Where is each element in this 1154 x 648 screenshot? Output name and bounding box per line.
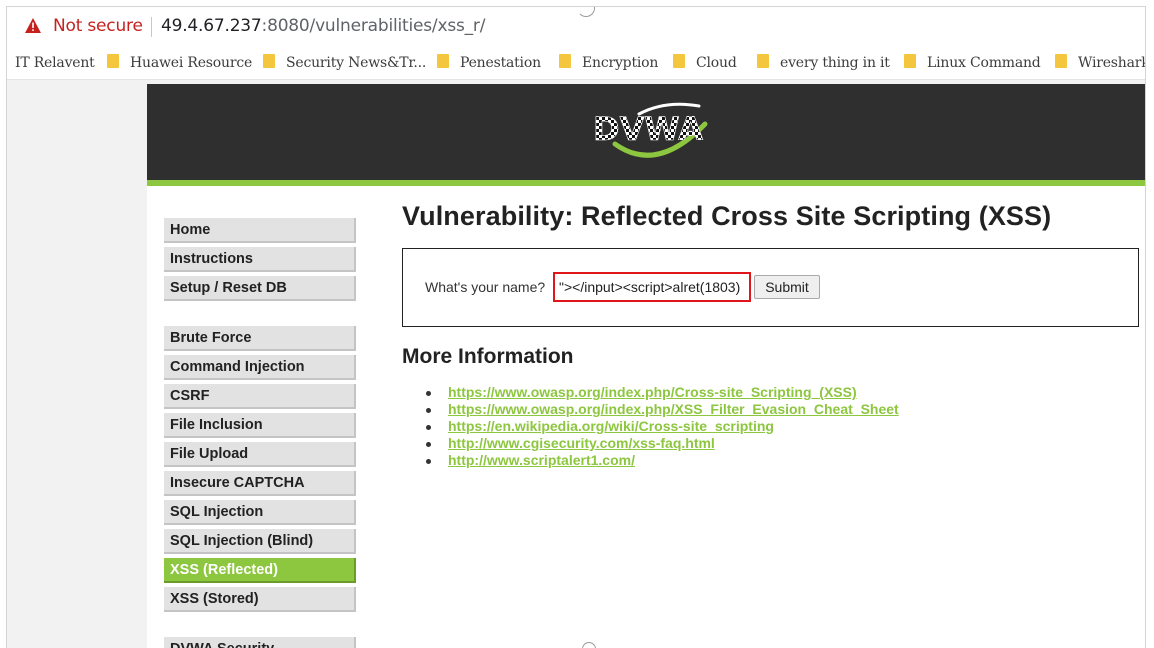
name-label: What's your name? [425, 279, 546, 295]
bookmark-it-relavent[interactable]: IT Relavent [15, 53, 95, 73]
link-cgisecurity-faq[interactable]: http://www.cgisecurity.com/xss-faq.html [448, 435, 715, 451]
bullet-icon [426, 408, 431, 413]
menu-item-csrf[interactable]: CSRF [164, 384, 356, 409]
bookmark-folder-every-thing[interactable]: every thing in it [757, 53, 890, 73]
list-item: https://en.wikipedia.org/wiki/Cross-site… [426, 418, 899, 435]
address-divider [151, 17, 152, 37]
bullet-icon [426, 442, 431, 447]
list-item: https://www.owasp.org/index.php/XSS_Filt… [426, 401, 899, 418]
bookmark-label: Security News&Tr... [286, 55, 427, 71]
folder-icon [904, 54, 916, 68]
bookmark-label: every thing in it [780, 55, 890, 71]
menu-item-xss-reflected[interactable]: XSS (Reflected) [164, 558, 356, 583]
menu-item-setup-reset-db[interactable]: Setup / Reset DB [164, 276, 356, 301]
bookmark-folder-security-news[interactable]: Security News&Tr... [263, 53, 426, 73]
folder-icon [1055, 54, 1067, 68]
folder-icon [673, 54, 685, 68]
bookmark-folder-cloud[interactable]: Cloud [673, 53, 737, 73]
bookmark-folder-encryption[interactable]: Encryption [559, 53, 658, 73]
logo-text: DVWA [593, 110, 703, 148]
menu-item-instructions[interactable]: Instructions [164, 247, 356, 272]
vulnerable-form-box: What's your name? Submit [402, 248, 1139, 327]
url-text[interactable]: 49.4.67.237:8080/vulnerabilities/xss_r/ [161, 16, 485, 36]
bookmark-label: Wireshark [1078, 55, 1146, 71]
bullet-icon [426, 425, 431, 430]
menu-item-dvwa-security[interactable]: DVWA Security [164, 637, 356, 648]
link-scriptalert1[interactable]: http://www.scriptalert1.com/ [448, 452, 635, 468]
bookmark-folder-huawei-resource[interactable]: Huawei Resource [107, 53, 252, 73]
bookmark-label: Linux Command [927, 55, 1041, 71]
dvwa-page: DVWA Home Instructions Setup / Reset DB … [147, 84, 1145, 648]
browser-window: Not secure 49.4.67.237:8080/vulnerabilit… [6, 6, 1146, 648]
bullet-icon [426, 459, 431, 464]
folder-icon [559, 54, 571, 68]
url-host: 49.4.67.237 [161, 16, 262, 36]
more-information-links: https://www.owasp.org/index.php/Cross-si… [426, 384, 899, 469]
bookmark-label: IT Relavent [15, 55, 95, 71]
dvwa-header: DVWA [147, 84, 1145, 186]
bookmark-label: Huawei Resource [130, 55, 253, 71]
loading-spinner-icon [577, 7, 595, 17]
folder-icon [757, 54, 769, 68]
name-input[interactable] [553, 272, 751, 302]
menu-item-sql-injection-blind[interactable]: SQL Injection (Blind) [164, 529, 356, 554]
bookmark-folder-wireshark[interactable]: Wireshark [1055, 53, 1146, 73]
link-owasp-filter-evasion[interactable]: https://www.owasp.org/index.php/XSS_Filt… [448, 401, 899, 417]
address-bar[interactable]: Not secure 49.4.67.237:8080/vulnerabilit… [7, 7, 1145, 45]
bookmark-folder-penestation[interactable]: Penestation [437, 53, 541, 73]
menu-item-home[interactable]: Home [164, 218, 356, 243]
bookmark-label: Encryption [582, 55, 659, 71]
warning-icon[interactable] [25, 18, 41, 33]
menu-item-sql-injection[interactable]: SQL Injection [164, 500, 356, 525]
menu-item-file-inclusion[interactable]: File Inclusion [164, 413, 356, 438]
folder-icon [263, 54, 275, 68]
link-wikipedia-xss[interactable]: https://en.wikipedia.org/wiki/Cross-site… [448, 418, 774, 434]
menu-item-insecure-captcha[interactable]: Insecure CAPTCHA [164, 471, 356, 496]
list-item: http://www.scriptalert1.com/ [426, 452, 899, 469]
url-path: :8080/vulnerabilities/xss_r/ [261, 16, 486, 36]
menu-group-security: DVWA Security [164, 637, 356, 648]
menu-item-command-injection[interactable]: Command Injection [164, 355, 356, 380]
menu-group-general: Home Instructions Setup / Reset DB [164, 218, 356, 305]
list-item: http://www.cgisecurity.com/xss-faq.html [426, 435, 899, 452]
bookmark-label: Penestation [460, 55, 541, 71]
more-information-heading: More Information [402, 345, 574, 368]
menu-item-brute-force[interactable]: Brute Force [164, 326, 356, 351]
menu-item-xss-stored[interactable]: XSS (Stored) [164, 587, 356, 612]
submit-button[interactable]: Submit [754, 275, 820, 299]
menu-item-file-upload[interactable]: File Upload [164, 442, 356, 467]
bookmarks-bar: IT Relavent Huawei Resource Security New… [7, 47, 1145, 80]
dvwa-logo: DVWA [593, 102, 708, 158]
menu-group-vulnerabilities: Brute Force Command Injection CSRF File … [164, 326, 356, 616]
bullet-icon [426, 391, 431, 396]
bookmark-folder-linux-command[interactable]: Linux Command [904, 53, 1041, 73]
security-status-label[interactable]: Not secure [53, 16, 143, 36]
folder-icon [107, 54, 119, 68]
list-item: https://www.owasp.org/index.php/Cross-si… [426, 384, 899, 401]
folder-icon [437, 54, 449, 68]
bookmark-label: Cloud [696, 55, 737, 71]
page-title: Vulnerability: Reflected Cross Site Scri… [402, 201, 1052, 231]
link-owasp-xss[interactable]: https://www.owasp.org/index.php/Cross-si… [448, 384, 857, 400]
